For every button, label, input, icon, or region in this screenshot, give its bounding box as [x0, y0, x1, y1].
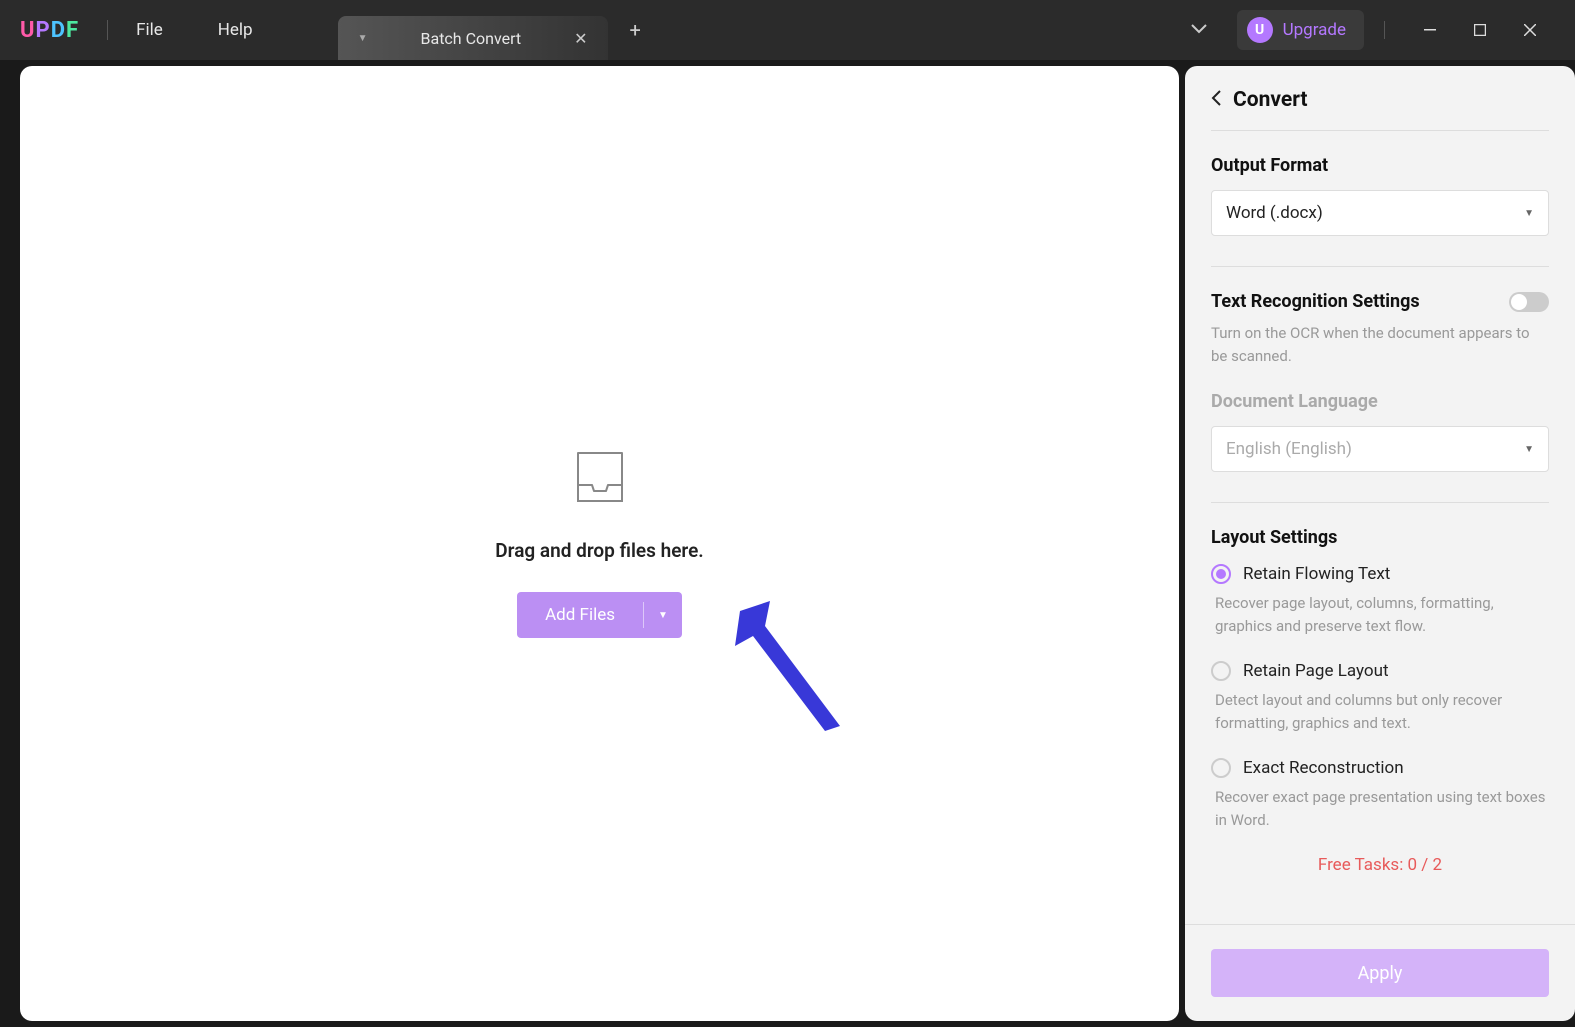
- output-format-select[interactable]: Word (.docx) ▼: [1211, 190, 1549, 236]
- ocr-label: Text Recognition Settings: [1211, 291, 1420, 312]
- ocr-description: Turn on the OCR when the document appear…: [1211, 322, 1549, 367]
- drop-text: Drag and drop files here.: [495, 539, 703, 562]
- minimize-button[interactable]: [1405, 10, 1455, 50]
- radio-label: Exact Reconstruction: [1243, 758, 1404, 778]
- inbox-icon: [570, 449, 630, 509]
- radio-label: Retain Flowing Text: [1243, 564, 1390, 584]
- layout-settings-label: Layout Settings: [1211, 527, 1549, 548]
- tab-label: Batch Convert: [421, 29, 522, 48]
- panel-header: Convert: [1185, 66, 1575, 130]
- apply-button[interactable]: Apply: [1211, 949, 1549, 997]
- ocr-row: Text Recognition Settings: [1211, 291, 1549, 312]
- radio-label: Retain Page Layout: [1243, 661, 1389, 681]
- tab-batch-convert[interactable]: ▼ Batch Convert ✕: [338, 16, 608, 60]
- titlebar-right: U Upgrade: [1191, 10, 1555, 50]
- add-files-button[interactable]: Add Files ▼: [517, 592, 682, 638]
- new-tab-button[interactable]: +: [630, 18, 641, 42]
- radio-row[interactable]: Retain Page Layout: [1211, 661, 1549, 681]
- panel-body: Output Format Word (.docx) ▼ Text Recogn…: [1185, 130, 1575, 924]
- menu-file[interactable]: File: [136, 20, 163, 40]
- upgrade-button[interactable]: U Upgrade: [1237, 10, 1364, 50]
- ocr-toggle[interactable]: [1509, 292, 1549, 312]
- drop-area[interactable]: Drag and drop files here. Add Files ▼: [20, 66, 1179, 1021]
- window-controls: [1384, 10, 1555, 50]
- radio-row[interactable]: Exact Reconstruction: [1211, 758, 1549, 778]
- radio-icon: [1211, 758, 1231, 778]
- history-dropdown-icon[interactable]: [1191, 22, 1207, 38]
- upgrade-badge-icon: U: [1247, 17, 1273, 43]
- radio-icon: [1211, 564, 1231, 584]
- chevron-down-icon: ▼: [1524, 444, 1534, 455]
- maximize-button[interactable]: [1455, 10, 1505, 50]
- radio-retain-flowing: Retain Flowing Text Recover page layout,…: [1211, 564, 1549, 637]
- select-value: English (English): [1226, 439, 1524, 459]
- divider: [1384, 21, 1385, 39]
- titlebar: UPDF File Help ▼ Batch Convert ✕ + U Upg…: [0, 0, 1575, 60]
- app-logo: UPDF: [20, 18, 79, 43]
- divider: [1211, 502, 1549, 503]
- add-files-label: Add Files: [517, 605, 643, 625]
- close-button[interactable]: [1505, 10, 1555, 50]
- radio-description: Recover exact page presentation using te…: [1215, 786, 1549, 831]
- radio-icon: [1211, 661, 1231, 681]
- chevron-down-icon[interactable]: ▼: [644, 610, 682, 621]
- tab-menu-icon[interactable]: ▼: [358, 33, 368, 44]
- tab-close-icon[interactable]: ✕: [574, 29, 587, 48]
- output-format-label: Output Format: [1211, 155, 1549, 176]
- radio-retain-page-layout: Retain Page Layout Detect layout and col…: [1211, 661, 1549, 734]
- convert-panel: Convert Output Format Word (.docx) ▼ Tex…: [1185, 66, 1575, 1021]
- divider: [1211, 130, 1549, 131]
- workspace: Drag and drop files here. Add Files ▼ Co…: [0, 60, 1575, 1027]
- radio-description: Recover page layout, columns, formatting…: [1215, 592, 1549, 637]
- language-label: Document Language: [1211, 391, 1549, 412]
- radio-description: Detect layout and columns but only recov…: [1215, 689, 1549, 734]
- menu-help[interactable]: Help: [218, 20, 253, 40]
- select-value: Word (.docx): [1226, 203, 1524, 223]
- upgrade-label: Upgrade: [1283, 20, 1346, 40]
- panel-title: Convert: [1233, 88, 1308, 112]
- radio-row[interactable]: Retain Flowing Text: [1211, 564, 1549, 584]
- chevron-down-icon: ▼: [1524, 208, 1534, 219]
- divider: [1211, 266, 1549, 267]
- toggle-knob: [1511, 294, 1527, 310]
- divider: [107, 20, 108, 40]
- cursor-arrow-annotation: [725, 596, 855, 740]
- free-tasks-text: Free Tasks: 0 / 2: [1211, 855, 1549, 875]
- back-icon[interactable]: [1211, 90, 1221, 111]
- tab-area: ▼ Batch Convert ✕ +: [338, 0, 641, 60]
- language-select[interactable]: English (English) ▼: [1211, 426, 1549, 472]
- apply-area: Apply: [1185, 924, 1575, 1021]
- radio-exact-reconstruction: Exact Reconstruction Recover exact page …: [1211, 758, 1549, 831]
